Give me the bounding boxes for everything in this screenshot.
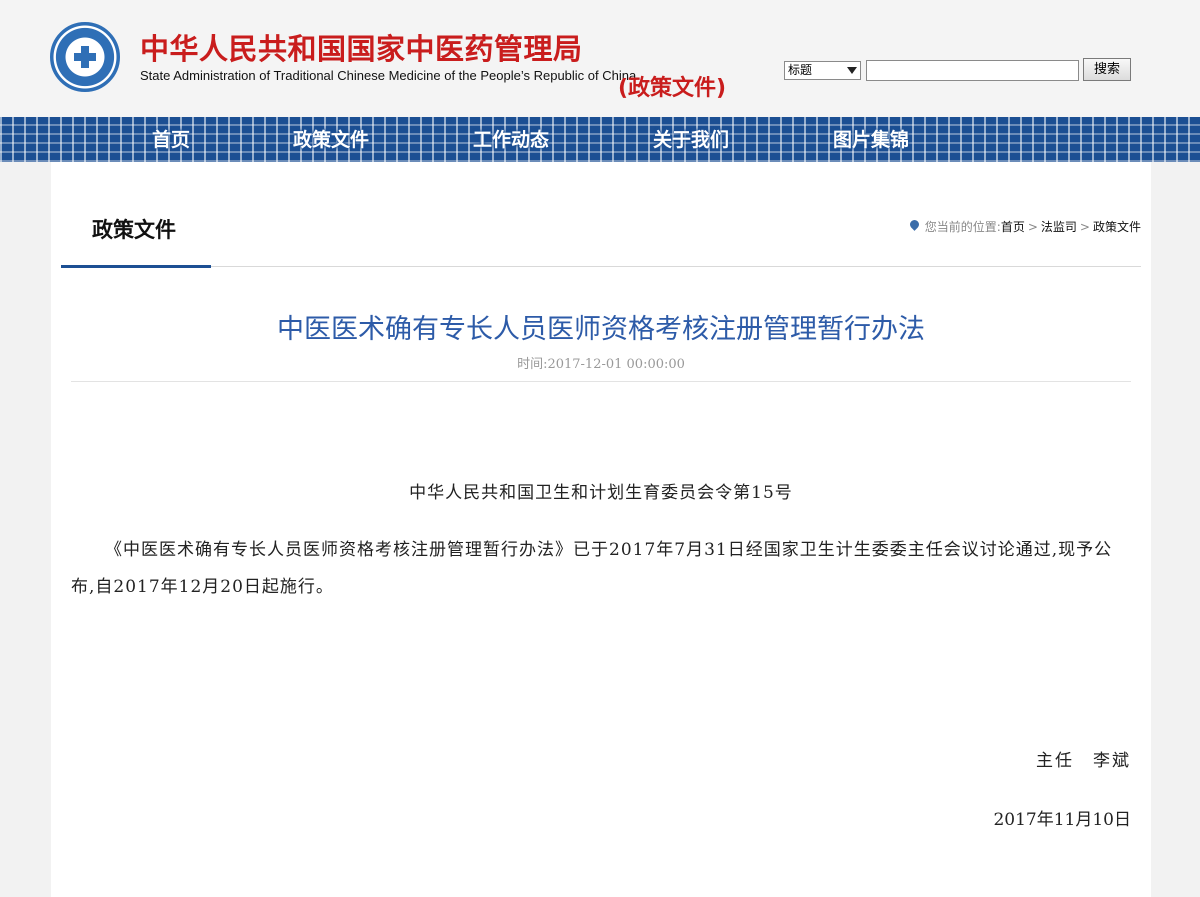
divider	[211, 266, 1141, 267]
chevron-down-icon	[847, 67, 857, 74]
search-button[interactable]: 搜索	[1083, 58, 1131, 81]
main-nav: 首页 政策文件 工作动态 关于我们 图片集锦	[0, 117, 1200, 162]
search-select-value: 标题	[788, 63, 813, 77]
signature-date: 2017年11月10日	[993, 810, 1131, 830]
order-number: 中华人民共和国卫生和计划生育委员会令第15号	[409, 483, 793, 503]
site-title[interactable]: 中华人民共和国国家中医药管理局	[140, 26, 583, 68]
emblem-icon[interactable]	[50, 22, 120, 92]
location-pin-icon	[907, 218, 921, 231]
article-time: 时间:2017-12-01 00:00:00	[517, 357, 685, 372]
section-title-underline	[61, 265, 211, 268]
nav-item-home[interactable]: 首页	[152, 127, 190, 153]
search-input[interactable]	[866, 60, 1079, 81]
site-header: 中华人民共和国国家中医药管理局 State Administration of …	[0, 0, 1200, 117]
section-tag: (政策文件)	[618, 76, 727, 101]
nav-item-policy[interactable]: 政策文件	[293, 127, 369, 153]
breadcrumb-separator: >	[1027, 219, 1038, 234]
search-field-select[interactable]: 标题	[784, 61, 861, 80]
breadcrumb-link-home[interactable]: 首页	[1001, 218, 1025, 235]
nav-item-about[interactable]: 关于我们	[653, 127, 729, 153]
breadcrumb-prefix: 您当前的位置:	[924, 220, 1001, 234]
site-title-english: State Administration of Traditional Chin…	[140, 68, 637, 83]
breadcrumb: 您当前的位置: 首页 > 法监司 > 政策文件	[907, 218, 1141, 235]
divider	[71, 381, 1131, 382]
nav-item-news[interactable]: 工作动态	[473, 127, 549, 153]
article-body: 《中医医术确有专长人员医师资格考核注册管理暂行办法》已于2017年7月31日经国…	[71, 540, 1113, 597]
signature: 主任 李斌	[1036, 751, 1131, 771]
breadcrumb-link-policy[interactable]: 政策文件	[1093, 218, 1141, 235]
breadcrumb-separator: >	[1079, 219, 1090, 234]
article-title: 中医医术确有专长人员医师资格考核注册管理暂行办法	[277, 314, 925, 345]
nav-item-gallery[interactable]: 图片集锦	[833, 127, 909, 153]
section-title: 政策文件	[92, 218, 176, 242]
breadcrumb-link-department[interactable]: 法监司	[1041, 218, 1077, 235]
content-panel: 政策文件 您当前的位置: 首页 > 法监司 > 政策文件 中医医术确有专长人员医…	[51, 162, 1151, 897]
